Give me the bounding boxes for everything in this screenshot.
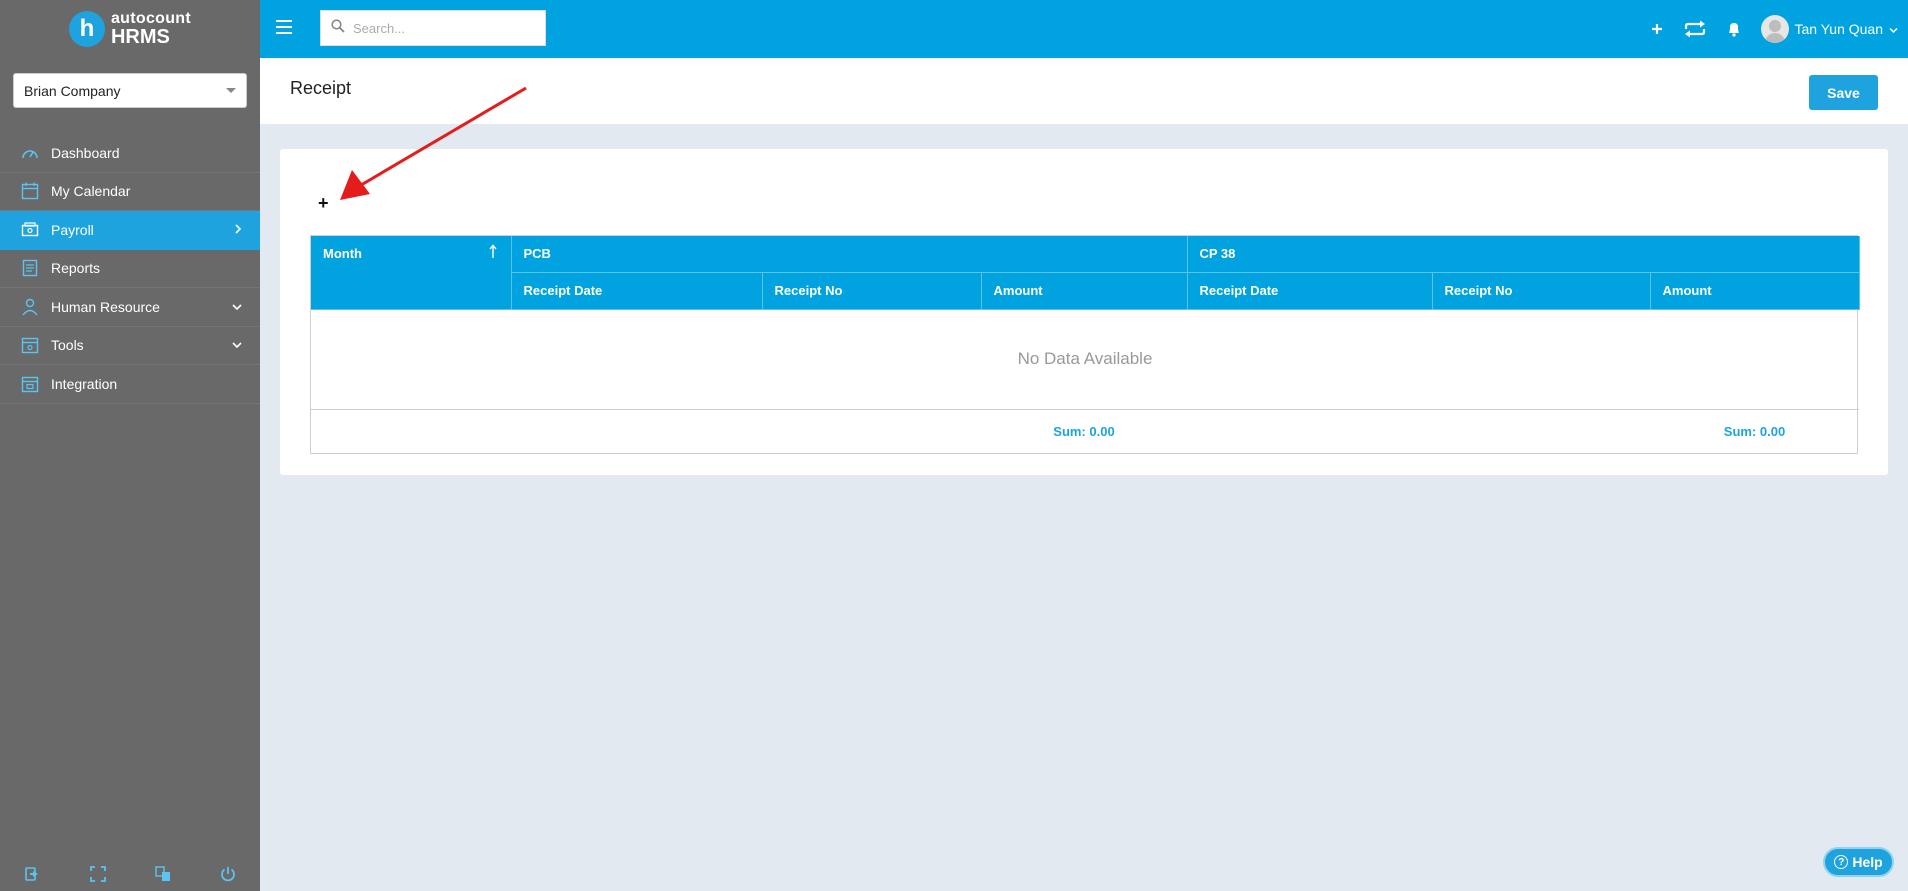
column-group-pcb: PCB xyxy=(511,236,1188,273)
sort-ascending-icon[interactable] xyxy=(488,244,497,261)
search-input[interactable] xyxy=(353,20,533,36)
sidebar-item-tools[interactable]: Tools xyxy=(0,327,260,365)
sidebar-item-label: Dashboard xyxy=(51,144,120,161)
translate-icon[interactable] xyxy=(154,866,171,882)
column-header-cp38-receipt-no[interactable]: Receipt No xyxy=(1432,272,1651,310)
top-actions: Tan Yun Quan xyxy=(1651,0,1898,58)
chevron-down-icon xyxy=(232,338,242,352)
human-resource-icon xyxy=(20,298,40,316)
receipt-table: Month PCB CP 38 Receipt Date Receipt No … xyxy=(311,236,1860,453)
chevron-down-icon xyxy=(1889,21,1898,37)
help-button[interactable]: ? Help xyxy=(1823,847,1894,877)
chevron-right-icon xyxy=(234,223,242,237)
logo-mark: h xyxy=(68,11,105,47)
top-bar: Tan Yun Quan xyxy=(260,0,1908,58)
logout-icon[interactable] xyxy=(24,867,41,881)
company-select-value: Brian Company xyxy=(24,82,121,99)
payroll-icon xyxy=(20,221,40,239)
sidebar-item-label: Tools xyxy=(51,337,84,354)
power-icon[interactable] xyxy=(220,866,236,882)
hamburger-menu-icon[interactable] xyxy=(276,20,292,34)
sidebar-footer xyxy=(0,857,260,891)
sidebar-item-label: Reports xyxy=(51,260,101,277)
dashboard-icon xyxy=(20,144,40,162)
sidebar-nav: Dashboard My Calendar Payroll Reports Hu… xyxy=(0,134,260,404)
user-menu[interactable]: Tan Yun Quan xyxy=(1760,15,1898,43)
tools-icon xyxy=(20,336,40,354)
column-header-cp38-receipt-date[interactable]: Receipt Date xyxy=(1187,272,1433,310)
search-icon xyxy=(331,18,345,38)
company-select[interactable]: Brian Company xyxy=(13,73,247,108)
sidebar-item-label: Payroll xyxy=(51,221,94,238)
logo-text-bottom: HRMS xyxy=(110,26,170,48)
save-button[interactable]: Save xyxy=(1809,75,1878,110)
column-header-cp38-amount[interactable]: Amount xyxy=(1650,272,1860,310)
caret-down-icon xyxy=(226,88,236,93)
sidebar: h autocount HRMS Brian Company Dashboard… xyxy=(0,0,260,891)
empty-state-text: No Data Available xyxy=(311,309,1860,410)
column-header-label: Month xyxy=(323,246,362,261)
column-group-cp38: CP 38 xyxy=(1187,236,1860,273)
search-box xyxy=(320,10,546,46)
sidebar-item-dashboard[interactable]: Dashboard xyxy=(0,134,260,173)
switch-icon[interactable] xyxy=(1683,20,1707,38)
chevron-down-icon xyxy=(232,300,242,314)
plus-icon[interactable] xyxy=(1651,23,1663,35)
sidebar-item-label: Integration xyxy=(51,375,118,392)
bell-icon[interactable] xyxy=(1727,21,1741,37)
cp38-sum: Sum: 0.00 xyxy=(1723,423,1786,439)
user-name: Tan Yun Quan xyxy=(1794,21,1883,37)
fullscreen-icon[interactable] xyxy=(89,866,106,882)
sidebar-item-payroll[interactable]: Payroll xyxy=(0,211,260,250)
reports-icon xyxy=(20,259,40,277)
receipt-grid: Month PCB CP 38 Receipt Date Receipt No … xyxy=(310,235,1860,454)
integration-icon xyxy=(20,375,40,393)
sidebar-item-human-resource[interactable]: Human Resource xyxy=(0,288,260,327)
avatar xyxy=(1760,15,1789,43)
pcb-sum: Sum: 0.00 xyxy=(1053,423,1115,439)
help-label: Help xyxy=(1852,854,1883,870)
logo-text-top: autocount xyxy=(110,10,192,27)
add-row-button[interactable]: + xyxy=(318,193,329,214)
sidebar-item-reports[interactable]: Reports xyxy=(0,250,260,288)
column-header-pcb-receipt-no[interactable]: Receipt No xyxy=(762,272,982,310)
app-logo[interactable]: h autocount HRMS xyxy=(0,0,260,58)
calendar-icon xyxy=(20,182,40,200)
column-header-pcb-receipt-date[interactable]: Receipt Date xyxy=(511,272,763,310)
sidebar-item-label: Human Resource xyxy=(51,298,160,315)
question-icon: ? xyxy=(1834,855,1849,869)
column-header-month[interactable]: Month xyxy=(311,236,512,310)
column-header-pcb-amount[interactable]: Amount xyxy=(981,272,1188,310)
annotation-arrow xyxy=(340,86,527,200)
sidebar-item-integration[interactable]: Integration xyxy=(0,365,260,404)
sidebar-item-label: My Calendar xyxy=(51,183,131,200)
sidebar-item-my-calendar[interactable]: My Calendar xyxy=(0,173,260,211)
